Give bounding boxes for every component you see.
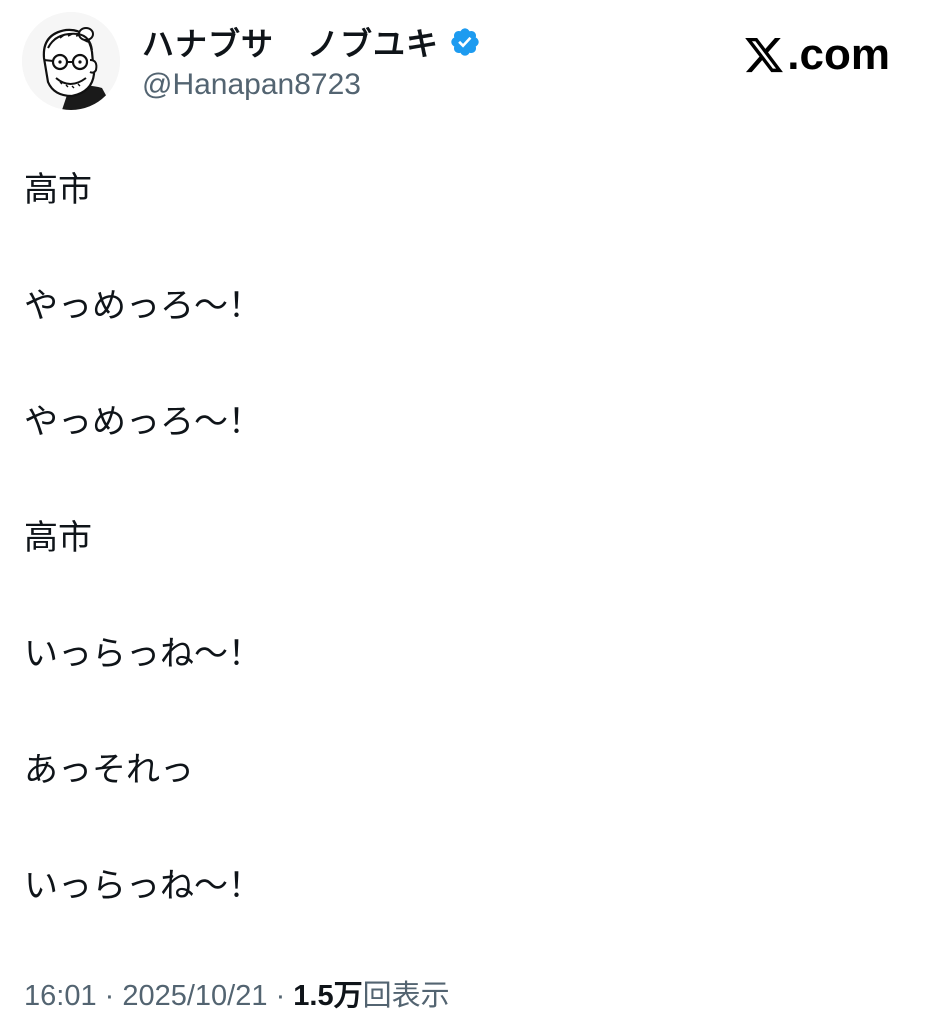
tweet-line: 高市	[24, 519, 92, 557]
cartoon-man-glasses-avatar-icon	[22, 12, 120, 110]
x-com-domain: .com	[787, 30, 890, 79]
display-name[interactable]: ハナブサ ノブユキ	[142, 19, 439, 65]
tweet-line: あっそれっ	[24, 751, 194, 789]
views-count[interactable]: 1.5万	[293, 980, 362, 1012]
tweet-text: 高市 やっめっろ〜！ やっめっろ〜！ 高市 いっらっね〜！ あっそれっ いっらっ…	[24, 170, 262, 906]
tweet-line: やっめっろ〜！	[24, 287, 262, 325]
tweet-line: いっらっね〜！	[24, 635, 262, 673]
tweet-line: やっめっろ〜！	[24, 403, 262, 441]
tweet-card: ハナブサ ノブユキ @Hanapan8723 .com 高市 やっめっろ〜！ や…	[0, 0, 944, 1024]
tweet-time[interactable]: 16:01	[24, 980, 97, 1012]
verified-badge-icon	[449, 26, 481, 58]
x-com-logo: .com	[743, 30, 890, 80]
display-name-row: ハナブサ ノブユキ	[142, 20, 481, 64]
tweet-line: いっらっね〜！	[24, 867, 262, 905]
tweet-meta: 16:01 · 2025/10/21 · 1.5万回表示	[24, 972, 450, 1014]
author-names: ハナブサ ノブユキ @Hanapan8723	[142, 20, 481, 102]
meta-separator: ·	[96, 980, 123, 1012]
meta-separator: ·	[267, 980, 294, 1012]
tweet-header: ハナブサ ノブユキ @Hanapan8723 .com	[22, 12, 922, 112]
tweet-line: 高市	[24, 171, 92, 209]
tweet-date[interactable]: 2025/10/21	[122, 980, 267, 1012]
avatar[interactable]	[22, 12, 120, 110]
author-handle[interactable]: @Hanapan8723	[142, 68, 481, 102]
x-logo-icon	[745, 37, 784, 73]
views-label: 回表示	[362, 980, 450, 1012]
